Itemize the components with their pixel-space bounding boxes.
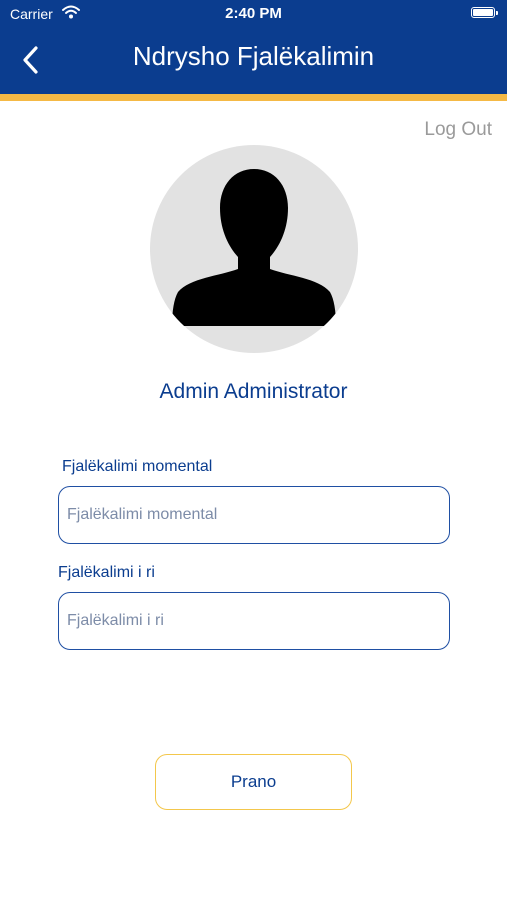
status-time: 2:40 PM — [225, 5, 282, 22]
accent-divider — [0, 94, 507, 101]
person-silhouette-icon — [172, 169, 336, 326]
navigation-bar: Ndrysho Fjalëkalimin — [0, 28, 507, 94]
submit-button[interactable]: Prano — [155, 754, 352, 810]
new-password-field[interactable] — [58, 592, 450, 650]
battery-icon — [471, 7, 498, 18]
current-password-field[interactable] — [58, 486, 450, 544]
current-password-input[interactable] — [59, 487, 449, 543]
user-name: Admin Administrator — [159, 380, 348, 403]
avatar — [150, 145, 358, 353]
current-password-label: Fjalëkalimi momental — [62, 458, 213, 475]
logout-button[interactable]: Log Out — [424, 119, 492, 141]
status-bar: Carrier 2:40 PM — [0, 0, 507, 28]
page-title: Ndrysho Fjalëkalimin — [132, 41, 375, 71]
new-password-input[interactable] — [59, 593, 449, 649]
new-password-label: Fjalëkalimi i ri — [58, 564, 155, 581]
